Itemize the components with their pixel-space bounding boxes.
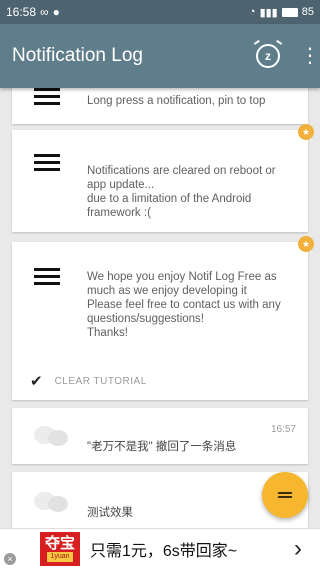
wechat-icon	[34, 422, 68, 448]
check-icon: ✔	[30, 373, 43, 390]
tutorial-card-cleared[interactable]: ★ Notifications are cleared on reboot or…	[12, 124, 314, 232]
chevron-right-icon[interactable]: ›	[294, 535, 302, 563]
tutorial-card-body: We hope you enjoy Notif Log Free as much…	[87, 271, 281, 339]
ad-close-icon[interactable]: ×	[4, 553, 16, 565]
filter-icon	[277, 490, 293, 500]
list-icon	[34, 154, 60, 175]
status-time: 16:58	[6, 5, 37, 19]
more-vert-icon[interactable]: ⋮	[300, 46, 320, 66]
star-pin-icon: ★	[298, 236, 314, 252]
notification-time: 16:57	[270, 424, 296, 435]
filter-fab-button[interactable]	[262, 472, 308, 518]
wechat-icon	[34, 488, 68, 514]
notification-card[interactable]: "老万不是我" 撤回了一条消息 16:57	[12, 408, 308, 464]
list-icon	[34, 88, 60, 109]
notification-list[interactable]: Long press a notification, pin to top ★ …	[0, 88, 320, 528]
ad-logo-main: 夺宝	[44, 534, 75, 552]
signal-icon: ▮▮▮	[259, 6, 278, 19]
star-pin-icon: ★	[298, 124, 314, 140]
app-title: Notification Log	[12, 45, 143, 66]
notification-body: 测试效果	[87, 507, 133, 519]
infinity-icon: ∞	[40, 5, 49, 19]
status-bar-right: ◔ ▮▮▮ 85	[249, 6, 314, 19]
battery-icon	[281, 7, 298, 17]
tutorial-card-body: Notifications are cleared on reboot or a…	[87, 165, 276, 219]
tutorial-card-thanks[interactable]: ★ We hope you enjoy Notif Log Free as mu…	[12, 236, 314, 400]
ad-text: 只需1元，6s带回家~	[90, 542, 238, 560]
status-bar: 16:58 ∞ ● ◔ ▮▮▮ 85	[0, 0, 320, 24]
app-bar: Notification Log z ⋮	[0, 24, 320, 88]
tutorial-card-pin[interactable]: Long press a notification, pin to top	[12, 88, 308, 124]
snooze-icon-text: z	[265, 49, 271, 63]
ad-logo-sub: 1yuan	[47, 551, 73, 562]
wifi-icon: ◔	[248, 6, 256, 18]
status-bar-left: 16:58 ∞ ●	[6, 5, 60, 19]
clear-tutorial-button[interactable]: ✔ CLEAR TUTORIAL	[30, 372, 147, 390]
snooze-icon[interactable]: z	[256, 44, 280, 68]
ad-banner[interactable]: × 夺宝 1yuan 只需1元，6s带回家~ ›	[0, 528, 320, 568]
ad-logo: 夺宝 1yuan	[40, 531, 80, 566]
tutorial-card-body: Long press a notification, pin to top	[87, 95, 266, 107]
battery-level: 85	[301, 6, 314, 18]
chat-bubble-icon: ●	[52, 5, 60, 19]
notification-body: "老万不是我" 撤回了一条消息	[87, 441, 237, 453]
clear-tutorial-label: CLEAR TUTORIAL	[54, 375, 147, 387]
app-bar-actions: z ⋮	[256, 44, 320, 68]
list-icon	[34, 268, 60, 289]
